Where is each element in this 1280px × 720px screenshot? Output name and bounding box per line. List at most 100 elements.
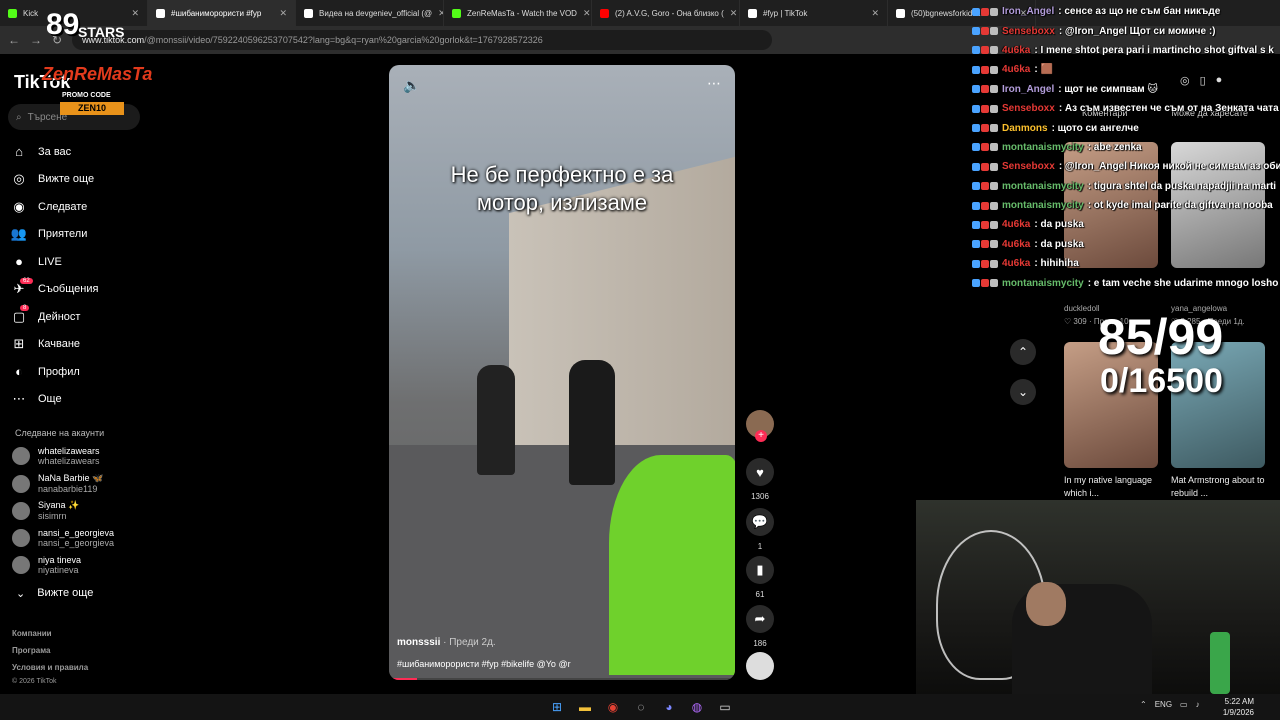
heart-icon[interactable]: ♥ xyxy=(746,458,774,486)
overlay-brand: ZenReMasTa xyxy=(42,64,153,84)
chat-username[interactable]: Iron_Angel xyxy=(1002,84,1054,95)
bookmark-icon[interactable]: ▮ xyxy=(746,556,774,584)
chat-username[interactable]: montanaismycity xyxy=(1002,142,1084,153)
video-hashtags[interactable]: #шибаниморористи #fyp #bikelife @Yo @r xyxy=(397,659,571,669)
forward-icon[interactable]: → xyxy=(30,33,42,47)
badge-icon xyxy=(990,104,998,113)
video-username[interactable]: monsssii xyxy=(397,637,440,648)
url-bar[interactable]: www.tiktok.com /@monssii/video/759224059… xyxy=(72,30,773,50)
volume-icon[interactable]: 🔈 xyxy=(403,77,420,94)
chat-username[interactable]: 4u6ka xyxy=(1002,45,1030,56)
comment-action[interactable]: 💬 1 xyxy=(744,508,776,551)
card-title[interactable]: In my native language which i... xyxy=(1064,474,1158,500)
video-player[interactable]: 🔈 ⋯ Не бе перфектно е за мотор, излизаме… xyxy=(389,65,735,680)
chat-username[interactable]: Senseboxx xyxy=(1002,26,1055,37)
share-action[interactable]: ➦ 186 xyxy=(744,605,776,648)
chat-username[interactable]: 4u6ka xyxy=(1002,258,1030,269)
prev-video-button[interactable]: ⌃ xyxy=(1010,339,1036,365)
back-icon[interactable]: ← xyxy=(8,33,20,47)
chat-username[interactable]: montanaismycity xyxy=(1002,278,1084,289)
like-action[interactable]: ♥ 1306 xyxy=(744,458,776,501)
footer-link[interactable]: Компании xyxy=(12,629,52,638)
card-user[interactable]: duckledoll xyxy=(1064,304,1100,313)
sidebar-item-4[interactable]: ● LIVE xyxy=(10,248,150,276)
creator-avatar[interactable]: + xyxy=(746,410,774,442)
creator-avatar-wrap[interactable]: + xyxy=(744,410,776,442)
close-icon[interactable]: ✕ xyxy=(871,8,879,19)
card-title[interactable]: Mat Armstrong about to rebuild ... xyxy=(1171,474,1265,500)
footer-link[interactable]: Програма xyxy=(12,646,50,655)
followed-account[interactable]: niya tineva niyatineva xyxy=(12,555,81,575)
badge-icon xyxy=(972,182,980,191)
app-icon[interactable]: ◌ xyxy=(632,698,650,716)
followed-account[interactable]: NaNa Barbie 🦋 nanabarbie119 xyxy=(12,473,103,494)
video-caption: Не бе перфектно е за мотор, излизаме xyxy=(389,161,735,217)
browser-tab[interactable]: #шибаниморористи #fyp ✕ xyxy=(148,0,296,26)
chat-message: montanaismycity: abe zenka xyxy=(972,138,1280,157)
discord-icon[interactable]: ◕ xyxy=(660,698,678,716)
video-scene-motorcycle xyxy=(609,455,735,675)
chat-username[interactable]: Danmons xyxy=(1002,123,1048,134)
footer-link[interactable]: Условия и правила xyxy=(12,663,88,672)
next-video-button[interactable]: ⌄ xyxy=(1010,379,1036,405)
followed-account[interactable]: Siyana ✨ sisimrn xyxy=(12,500,79,521)
chat-username[interactable]: montanaismycity xyxy=(1002,181,1084,192)
sidebar-item-6[interactable]: ▢ 8 Дейност xyxy=(10,303,150,331)
browser-tab[interactable]: Видеа на devgeniev_official (@✕ xyxy=(296,0,444,26)
chat-badges xyxy=(972,143,1002,152)
chevron-up-icon[interactable]: ⌃ xyxy=(1140,700,1147,709)
chat-username[interactable]: Iron_Angel xyxy=(1002,6,1054,17)
windows-taskbar: ⊞ ▬ ◉ ◌ ◕ ◍ ▭ ⌃ ENG ▭ ♪ 5:22 AM 1/9/2026 xyxy=(0,694,1280,720)
chrome-icon[interactable]: ◉ xyxy=(604,698,622,716)
system-clock[interactable]: 5:22 AM 1/9/2026 xyxy=(1218,696,1254,718)
terminal-icon[interactable]: ▭ xyxy=(716,698,734,716)
chat-username[interactable]: montanaismycity xyxy=(1002,200,1084,211)
sidebar-item-8[interactable]: ◐ Профил xyxy=(10,358,150,386)
browser-tab[interactable]: (2) A.V.G, Goro - Она близко (✕ xyxy=(592,0,740,26)
browser-tab[interactable]: ZenReMasTa - Watch the VOD ✕ xyxy=(444,0,592,26)
activity-icon: ▢ xyxy=(12,308,26,324)
sidebar-item-3[interactable]: 👥 Приятели xyxy=(10,221,150,249)
close-icon[interactable]: ✕ xyxy=(730,8,738,19)
account-handle: whatelizawears xyxy=(38,456,100,466)
chat-message: 4u6ka: hihihiha xyxy=(972,254,1280,273)
chat-username[interactable]: 4u6ka xyxy=(1002,64,1030,75)
chat-username[interactable]: 4u6ka xyxy=(1002,239,1030,250)
chat-message: montanaismycity: tigura shtel da puska n… xyxy=(972,177,1280,196)
chat-username[interactable]: 4u6ka xyxy=(1002,219,1030,230)
browser-tab[interactable]: #fyp | TikTok ✕ xyxy=(740,0,888,26)
language-indicator[interactable]: ENG xyxy=(1155,700,1172,709)
chat-message: 4u6ka: I mene shtot pera pari i martinch… xyxy=(972,41,1280,60)
more-options-icon[interactable]: ⋯ xyxy=(707,75,721,92)
sidebar-item-0[interactable]: ⌂ За вас xyxy=(10,138,150,166)
music-disc[interactable] xyxy=(744,652,776,680)
sidebar-item-5[interactable]: ✈ 62 Съобщения xyxy=(10,276,150,304)
followed-account[interactable]: nansi_e_georgieva nansi_e_georgieva xyxy=(12,528,114,548)
comment-icon[interactable]: 💬 xyxy=(746,508,774,536)
tab-favicon-icon xyxy=(8,8,17,18)
see-more-button[interactable]: ⌄ Вижте още xyxy=(16,587,93,600)
chat-text: : @Iron_Angel Щот си момиче :) xyxy=(1058,25,1216,37)
video-progress-bar[interactable] xyxy=(389,678,735,680)
share-icon[interactable]: ➦ xyxy=(746,605,774,633)
close-icon[interactable]: ✕ xyxy=(583,8,591,19)
windows-start-icon[interactable]: ⊞ xyxy=(548,698,566,716)
sidebar-item-2[interactable]: ◉ Следвате xyxy=(10,193,150,221)
tab-label: Видеа на devgeniev_official (@ xyxy=(319,8,433,18)
file-explorer-icon[interactable]: ▬ xyxy=(576,698,594,716)
app-icon[interactable]: ◍ xyxy=(688,698,706,716)
volume-icon[interactable]: ♪ xyxy=(1196,700,1200,709)
footer-link: © 2026 TikTok xyxy=(12,678,57,685)
network-icon[interactable]: ▭ xyxy=(1180,700,1188,709)
follow-plus-icon[interactable]: + xyxy=(755,430,767,442)
sidebar-item-7[interactable]: ⊞ Качване xyxy=(10,331,150,359)
badge-icon xyxy=(981,27,989,36)
sidebar-item-9[interactable]: ⋯ Още xyxy=(10,386,150,414)
music-disc-icon[interactable] xyxy=(746,652,774,680)
chat-username[interactable]: Senseboxx xyxy=(1002,161,1055,172)
sidebar-item-1[interactable]: ◎ Вижте още xyxy=(10,166,150,194)
close-icon[interactable]: ✕ xyxy=(279,8,287,19)
followed-account[interactable]: whatelizawears whatelizawears xyxy=(12,446,100,466)
chat-username[interactable]: Senseboxx xyxy=(1002,103,1055,114)
save-action[interactable]: ▮ 61 xyxy=(744,556,776,599)
